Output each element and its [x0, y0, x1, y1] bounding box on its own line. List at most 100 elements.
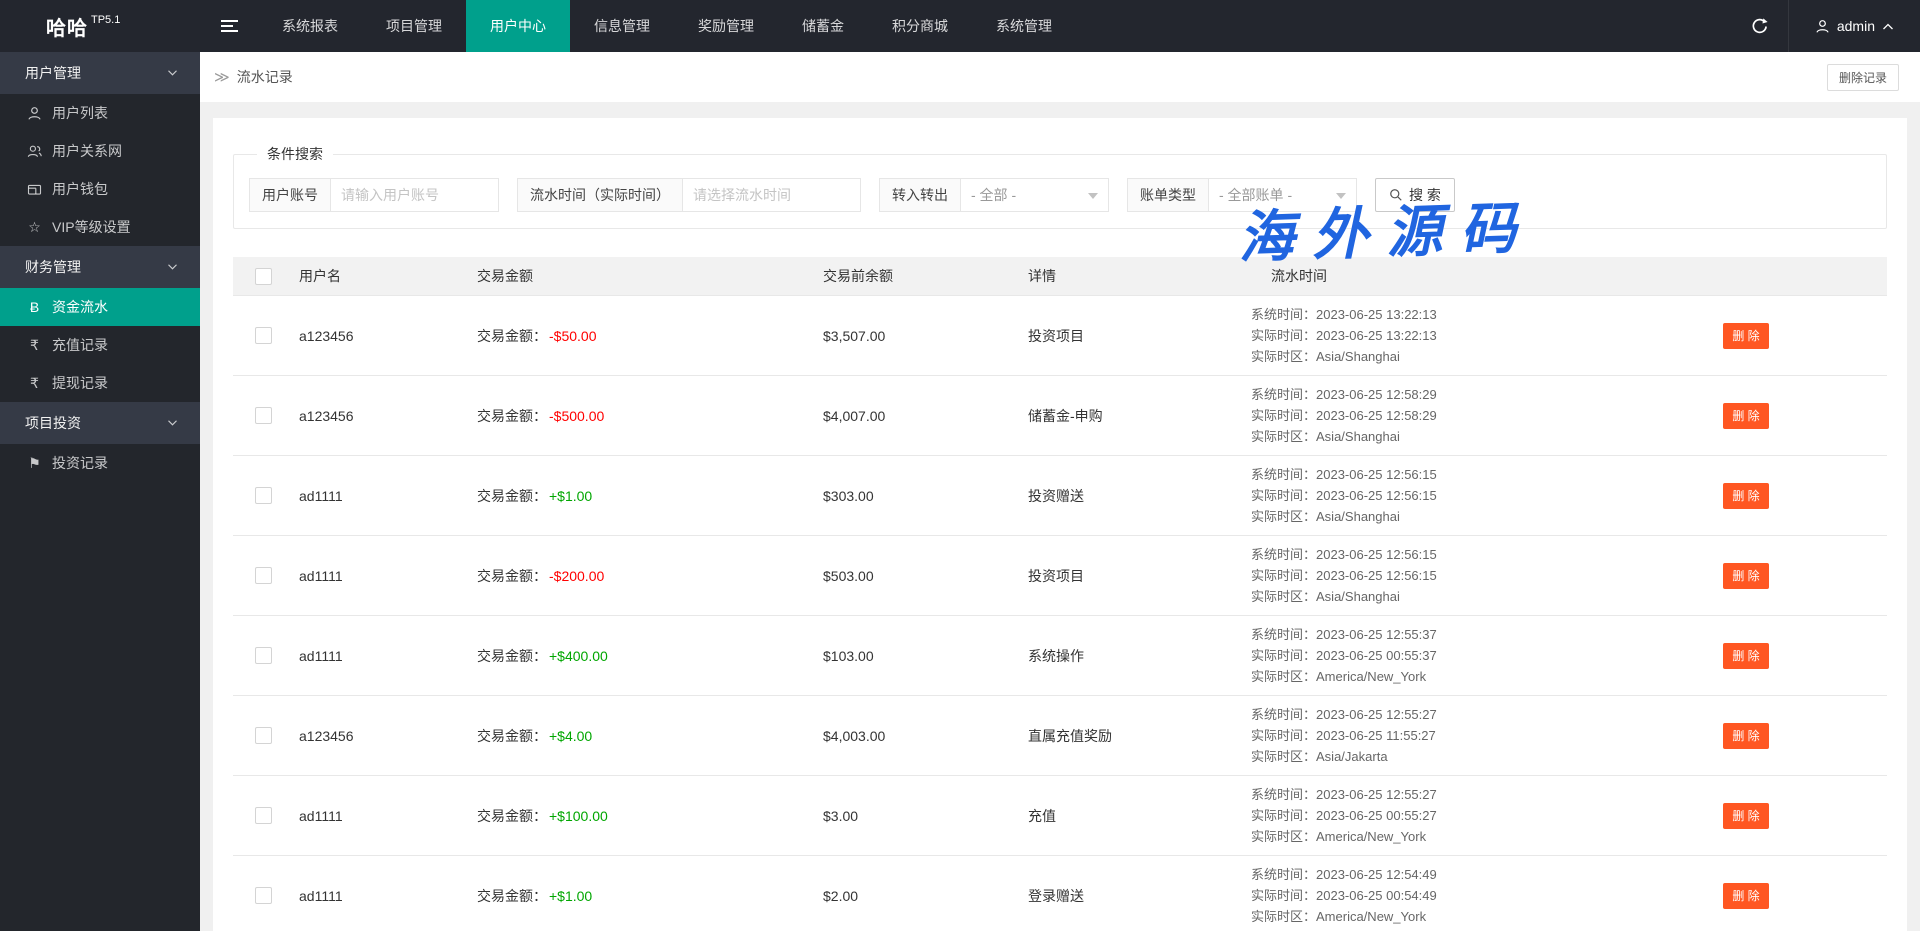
- sidebar-group-1[interactable]: 用户管理: [0, 52, 200, 94]
- sidebar-item-11[interactable]: ⚑ 投资记录: [0, 444, 200, 482]
- actual-time-label: 实际时间：: [1251, 328, 1316, 343]
- wallet-icon: [26, 182, 43, 197]
- amount-prefix-label: 交易金额：: [477, 806, 547, 826]
- header-username: 用户名: [299, 257, 477, 295]
- nav-item-6[interactable]: 储蓄金: [778, 0, 868, 52]
- row-balance: $303.00: [823, 456, 1028, 535]
- amount-value: +$100.00: [549, 808, 608, 824]
- nav-item-1[interactable]: 系统报表: [258, 0, 362, 52]
- row-balance: $4,007.00: [823, 376, 1028, 455]
- app-logo[interactable]: 哈哈 TP5.1: [0, 0, 200, 52]
- actual-time-label: 实际时间：: [1251, 888, 1316, 903]
- sidebar-item-3[interactable]: 用户关系网: [0, 132, 200, 170]
- top-nav-menu: 系统报表 项目管理用户中心 信息管理 奖励管理 储蓄金 积分商城 系统管理: [258, 0, 1076, 52]
- sidebar-item-label: 充值记录: [52, 335, 108, 355]
- row-balance: $503.00: [823, 536, 1028, 615]
- row-balance: $4,003.00: [823, 696, 1028, 775]
- nav-item-label: 积分商城: [892, 16, 948, 36]
- delete-row-button[interactable]: 删 除: [1723, 883, 1769, 909]
- row-checkbox[interactable]: [255, 327, 272, 344]
- search-legend: 条件搜索: [257, 144, 333, 164]
- row-checkbox[interactable]: [255, 727, 272, 744]
- system-time-value: 2023-06-25 12:56:15: [1316, 547, 1437, 562]
- actual-time-label: 实际时间：: [1251, 408, 1316, 423]
- user-menu[interactable]: admin: [1788, 0, 1920, 52]
- table-row: ad1111 交易金额： +$100.00 $3.00 充值 系统时间：2023…: [233, 776, 1887, 856]
- amount-prefix-label: 交易金额：: [477, 566, 547, 586]
- delete-row-button[interactable]: 删 除: [1723, 723, 1769, 749]
- row-time: 系统时间：2023-06-25 13:22:13 实际时间：2023-06-25…: [1251, 296, 1641, 375]
- row-detail: 充值: [1028, 776, 1251, 855]
- row-time: 系统时间：2023-06-25 12:56:15 实际时间：2023-06-25…: [1251, 536, 1641, 615]
- timezone-value: Asia/Shanghai: [1316, 429, 1400, 444]
- direction-select[interactable]: - 全部 -: [961, 178, 1109, 212]
- breadcrumb-arrow-icon: ≫: [214, 68, 230, 86]
- nav-item-label: 系统报表: [282, 16, 338, 36]
- nav-item-label: 信息管理: [594, 16, 650, 36]
- table-row: ad1111 交易金额： +$400.00 $103.00 系统操作 系统时间：…: [233, 616, 1887, 696]
- nav-item-label: 储蓄金: [802, 16, 844, 36]
- sidebar-toggle-button[interactable]: [200, 0, 258, 52]
- sidebar-item-2[interactable]: 用户列表: [0, 94, 200, 132]
- sidebar-item-label: VIP等级设置: [52, 217, 131, 237]
- row-time: 系统时间：2023-06-25 12:54:49 实际时间：2023-06-25…: [1251, 856, 1641, 931]
- top-navbar: 哈哈 TP5.1 系统报表 项目管理用户中心 信息管理 奖励管理 储蓄金 积分商城 系统管理…: [0, 0, 1920, 52]
- amount-prefix-label: 交易金额：: [477, 486, 547, 506]
- amount-prefix-label: 交易金额：: [477, 406, 547, 426]
- chevron-down-icon: [1088, 193, 1098, 204]
- row-checkbox[interactable]: [255, 567, 272, 584]
- row-checkbox[interactable]: [255, 407, 272, 424]
- nav-item-label: 奖励管理: [698, 16, 754, 36]
- flag-icon: ⚑: [26, 456, 43, 470]
- search-button[interactable]: 搜 索: [1375, 178, 1455, 212]
- timezone-label: 实际时区：: [1251, 829, 1316, 844]
- account-input[interactable]: [331, 178, 499, 212]
- delete-records-button[interactable]: 删除记录: [1827, 64, 1899, 91]
- sidebar-item-5[interactable]: ☆ VIP等级设置: [0, 208, 200, 246]
- bill-type-select[interactable]: - 全部账单 -: [1209, 178, 1357, 212]
- chevron-down-icon: [167, 419, 178, 427]
- delete-row-button[interactable]: 删 除: [1723, 643, 1769, 669]
- flow-time-label: 流水时间（实际时间）: [517, 178, 683, 212]
- actual-time-label: 实际时间：: [1251, 568, 1316, 583]
- nav-item-7[interactable]: 积分商城: [868, 0, 972, 52]
- delete-row-button[interactable]: 删 除: [1723, 803, 1769, 829]
- sidebar-group-label: 财务管理: [25, 257, 81, 277]
- flow-time-input[interactable]: [683, 178, 861, 212]
- sidebar-item-9[interactable]: ₹ 提现记录: [0, 364, 200, 402]
- row-checkbox[interactable]: [255, 807, 272, 824]
- nav-item-5[interactable]: 奖励管理: [674, 0, 778, 52]
- chevron-down-icon: [167, 263, 178, 271]
- system-time-value: 2023-06-25 12:55:27: [1316, 787, 1437, 802]
- delete-row-button[interactable]: 删 除: [1723, 323, 1769, 349]
- logo-text: 哈哈: [46, 12, 88, 41]
- row-checkbox[interactable]: [255, 487, 272, 504]
- table-row: ad1111 交易金额： +$1.00 $303.00 投资赠送 系统时间：20…: [233, 456, 1887, 536]
- chevron-down-icon: [167, 69, 178, 77]
- sidebar-group-6[interactable]: 财务管理: [0, 246, 200, 288]
- row-checkbox[interactable]: [255, 887, 272, 904]
- row-username: ad1111: [299, 856, 477, 931]
- refresh-button[interactable]: [1732, 0, 1788, 52]
- actual-time-value: 2023-06-25 00:55:37: [1316, 648, 1437, 663]
- sidebar-group-10[interactable]: 项目投资: [0, 402, 200, 444]
- nav-item-8[interactable]: 系统管理: [972, 0, 1076, 52]
- select-all-checkbox[interactable]: [255, 268, 272, 285]
- delete-row-button[interactable]: 删 除: [1723, 403, 1769, 429]
- nav-item-2[interactable]: 项目管理: [362, 0, 466, 52]
- row-amount: 交易金额： +$4.00: [477, 696, 823, 775]
- delete-row-button[interactable]: 删 除: [1723, 483, 1769, 509]
- row-checkbox[interactable]: [255, 647, 272, 664]
- row-amount: 交易金额： -$500.00: [477, 376, 823, 455]
- content-area: 条件搜索 用户账号 流水时间（实际时间） 转入转出: [200, 102, 1920, 931]
- nav-item-3[interactable]: 用户中心: [466, 0, 570, 52]
- delete-row-button[interactable]: 删 除: [1723, 563, 1769, 589]
- header-operations: [1641, 257, 1887, 295]
- row-detail: 投资赠送: [1028, 456, 1251, 535]
- sidebar-item-4[interactable]: 用户钱包: [0, 170, 200, 208]
- sidebar-item-8[interactable]: ₹ 充值记录: [0, 326, 200, 364]
- sidebar-item-7[interactable]: Ƀ 资金流水: [0, 288, 200, 326]
- nav-item-4[interactable]: 信息管理: [570, 0, 674, 52]
- row-time: 系统时间：2023-06-25 12:55:37 实际时间：2023-06-25…: [1251, 616, 1641, 695]
- breadcrumb-bar: ≫ 流水记录 删除记录: [200, 52, 1920, 102]
